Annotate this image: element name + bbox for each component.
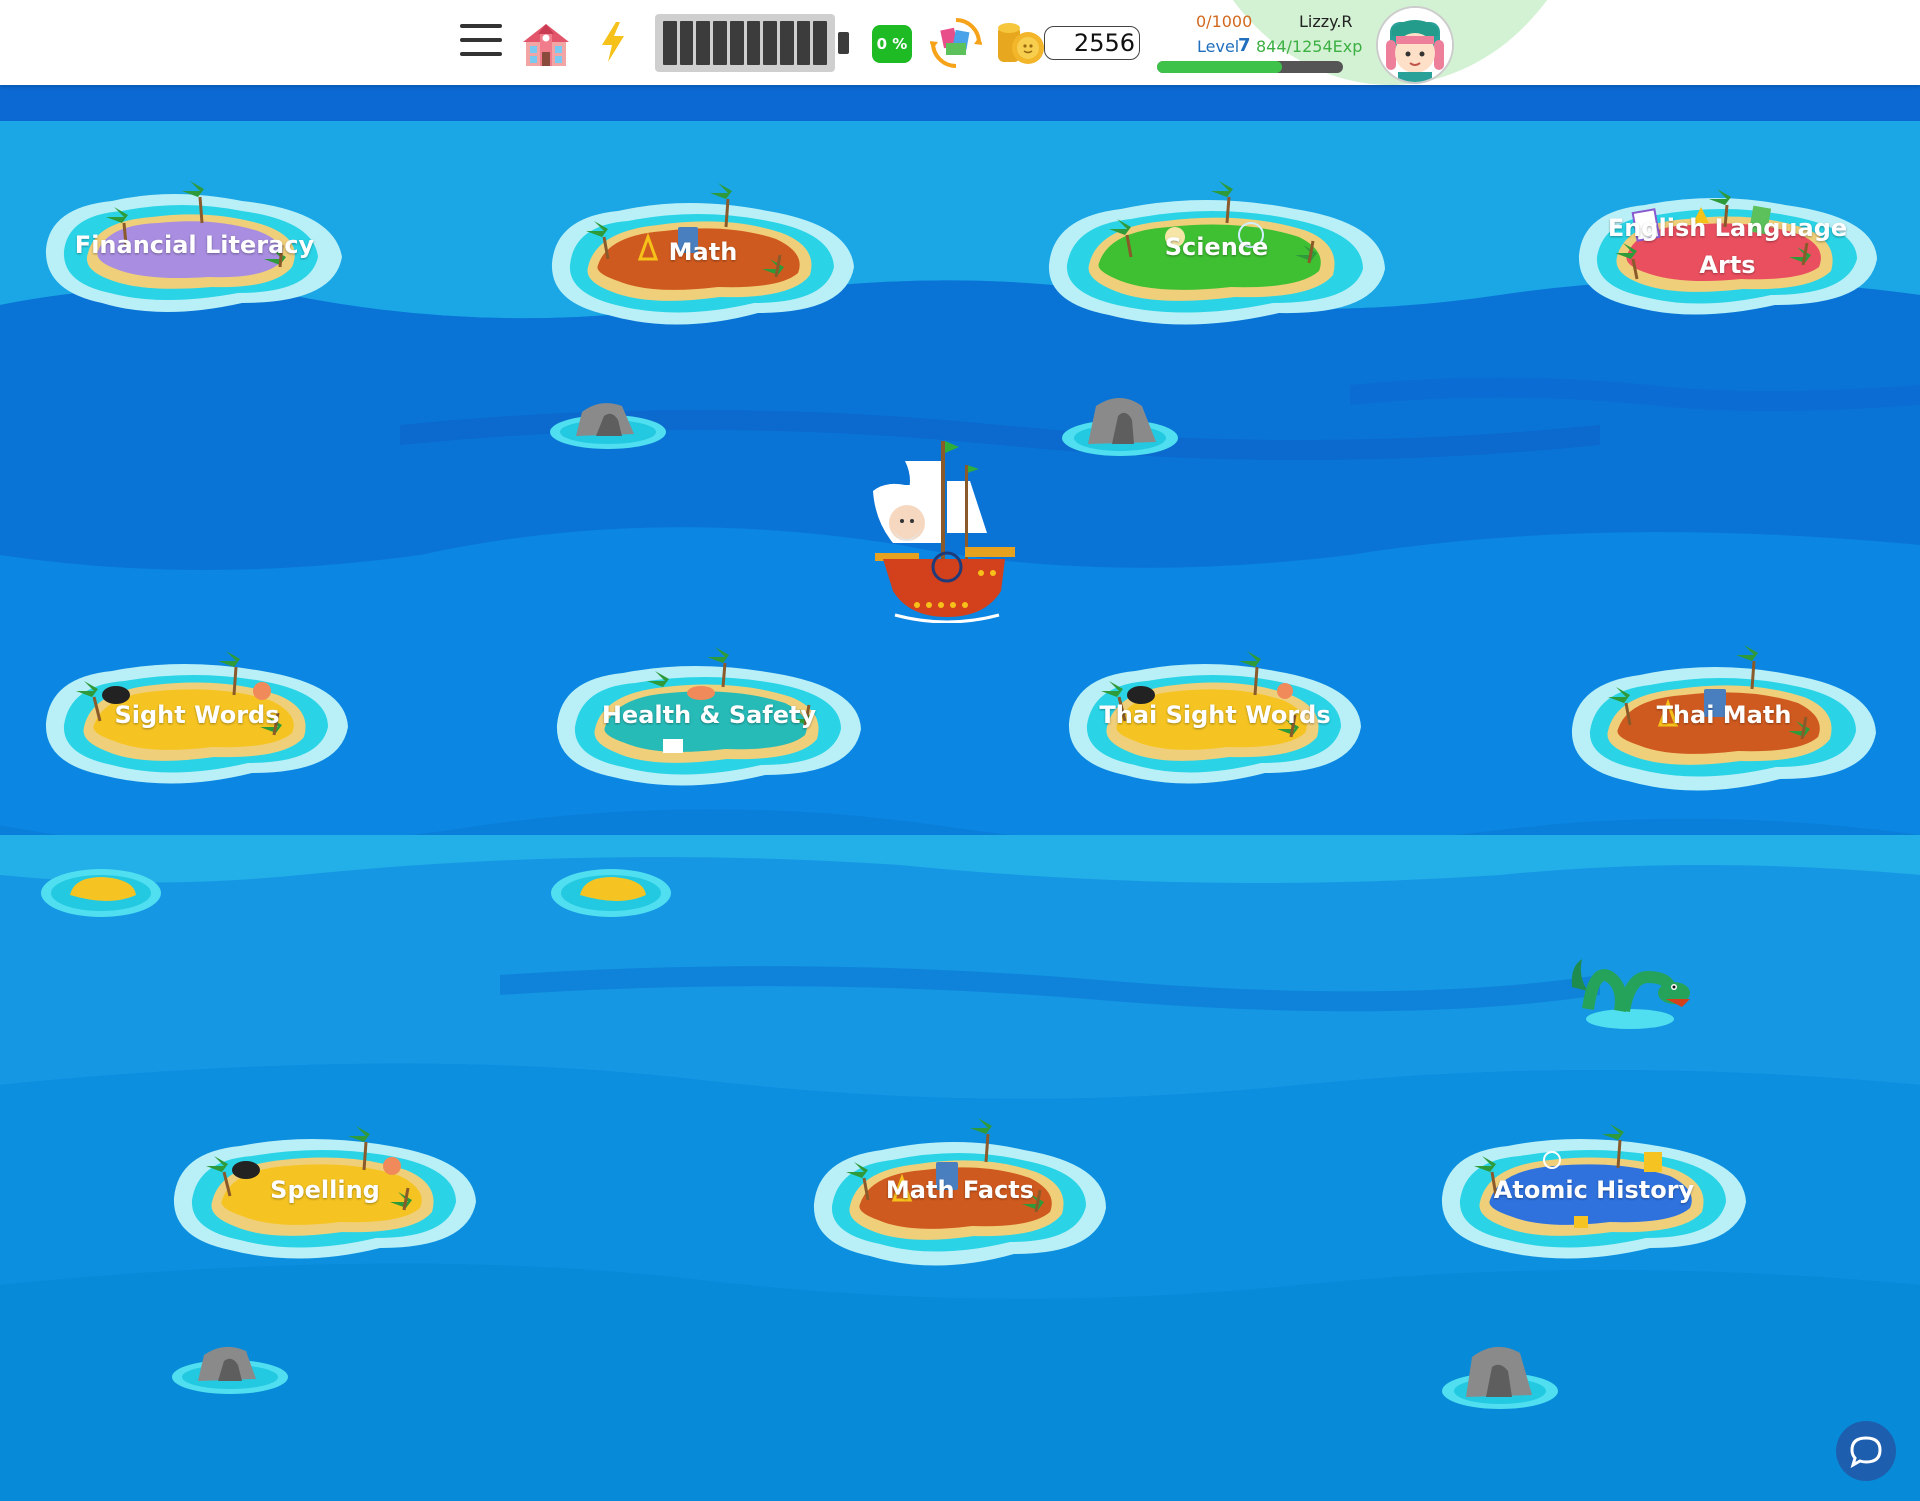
island-sight-words[interactable]: Sight Words — [42, 635, 352, 795]
island-english-language-arts[interactable]: English Language Arts — [1575, 167, 1880, 327]
island-label: Atomic History — [1493, 1175, 1695, 1204]
island-thai-math[interactable]: Thai Math — [1568, 625, 1880, 805]
exp-text: 844/1254Exp — [1256, 37, 1363, 56]
island-science[interactable]: Science — [1045, 157, 1388, 337]
exp-progress-bar — [1157, 61, 1343, 73]
island-label: Math — [668, 237, 738, 266]
top-bar: 0 % 2556 0/1000 Lizzy.R Level 7 844/1254… — [0, 0, 1920, 85]
island-financial-literacy[interactable]: Financial Literacy — [42, 167, 347, 323]
sandbar-islet — [550, 865, 672, 921]
sandbar-islet — [40, 865, 162, 921]
school-house-icon[interactable] — [520, 18, 572, 70]
chat-bubble-icon[interactable] — [1836, 1421, 1896, 1481]
island-thai-sight-words[interactable]: Thai Sight Words — [1065, 635, 1365, 795]
island-label: Thai Sight Words — [1099, 700, 1331, 729]
island-label: English Language Arts — [1607, 214, 1848, 279]
level-value: 7 — [1238, 35, 1251, 56]
energy-meter — [655, 14, 835, 72]
level-label: Level — [1197, 37, 1240, 56]
coin-count: 2556 — [1044, 26, 1140, 60]
sea-serpent-icon — [1566, 947, 1692, 1033]
rock-islet — [1060, 390, 1180, 460]
island-math[interactable]: Math — [548, 167, 858, 337]
progress-percent-badge: 0 % — [872, 25, 912, 63]
goal-counter: 0/1000 — [1196, 12, 1253, 31]
gold-coins-icon — [996, 18, 1046, 68]
island-math-facts[interactable]: Math Facts — [810, 1100, 1110, 1280]
island-label: Math Facts — [885, 1175, 1035, 1204]
island-health-safety[interactable]: Health & Safety — [553, 635, 865, 795]
island-spelling[interactable]: Spelling — [170, 1110, 480, 1270]
girl-avatar-icon[interactable] — [1376, 6, 1454, 84]
username: Lizzy.R — [1299, 12, 1353, 31]
island-label: Sight Words — [114, 700, 280, 729]
island-label: Spelling — [270, 1175, 380, 1204]
books-cycle-icon[interactable] — [929, 17, 983, 69]
exp-progress-fill — [1157, 61, 1282, 73]
island-label: Science — [1164, 232, 1269, 261]
lightning-bolt-icon[interactable] — [596, 20, 630, 64]
rock-islet — [548, 390, 668, 450]
rock-islet — [170, 1335, 290, 1395]
island-label: Financial Literacy — [74, 230, 315, 259]
island-label: Health & Safety — [601, 700, 817, 729]
rock-islet — [1440, 1335, 1560, 1415]
hamburger-menu-icon[interactable] — [460, 24, 502, 60]
island-label: Thai Math — [1656, 700, 1792, 729]
island-atomic-history[interactable]: Atomic History — [1438, 1110, 1750, 1270]
pirate-ship-icon — [855, 441, 1035, 624]
ocean-map: Financial Literacy Math Science English … — [0, 85, 1920, 1501]
energy-meter-tip — [838, 32, 849, 54]
